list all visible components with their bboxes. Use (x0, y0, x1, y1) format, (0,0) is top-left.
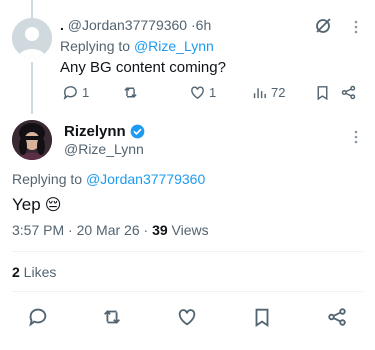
reply-count: 1 (82, 85, 90, 100)
replying-to: Replying to @Rize_Lynn (60, 38, 214, 54)
like-count: 1 (209, 85, 217, 100)
views-label: Views (167, 222, 209, 238)
avatar[interactable] (12, 18, 52, 58)
reply-button[interactable]: 1 (62, 84, 89, 101)
divider (12, 251, 363, 252)
retweet-icon (124, 87, 137, 98)
replying-prefix: Replying to (60, 38, 131, 54)
more-options-icon[interactable] (349, 18, 363, 36)
replying-to-link[interactable]: @Jordan37779360 (86, 171, 205, 187)
divider (12, 291, 363, 292)
more-options-icon[interactable] (349, 128, 363, 146)
likes-label: Likes (19, 264, 57, 280)
share-icon (341, 85, 356, 100)
tweet-body: Yep (12, 195, 41, 214)
share-button[interactable] (325, 305, 349, 329)
analytics-icon (253, 88, 266, 99)
bookmark-icon (255, 308, 269, 327)
reply-button[interactable] (26, 305, 50, 329)
replying-to-link[interactable]: @Rize_Lynn (134, 38, 214, 54)
replying-to: Replying to @Jordan37779360 (12, 171, 205, 187)
like-button[interactable]: 1 (189, 84, 216, 101)
verified-badge-icon (130, 124, 145, 139)
tweet-text: Any BG content coming? (60, 59, 226, 76)
profile-photo (12, 120, 52, 160)
handle[interactable]: @Rize_Lynn (64, 141, 144, 157)
handle[interactable]: @Jordan37779360 (68, 17, 187, 33)
views-count: 39 (152, 222, 168, 238)
likes-summary[interactable]: 2 Likes (12, 264, 56, 280)
share-icon (328, 308, 346, 326)
tweet-text: Yep 😔 (12, 195, 61, 215)
replying-prefix: Replying to (12, 171, 83, 187)
bookmark-button[interactable] (314, 84, 331, 101)
display-name[interactable]: Rizelynn (64, 123, 126, 140)
bookmark-icon (317, 86, 328, 101)
bookmark-button[interactable] (250, 305, 274, 329)
avatar[interactable] (12, 120, 52, 160)
retweet-icon (104, 310, 120, 324)
reply-icon (63, 86, 77, 100)
heart-icon (191, 86, 204, 100)
author-name[interactable]: Rizelynn (64, 123, 145, 140)
views-count: 72 (271, 85, 286, 100)
likes-count: 2 (12, 264, 20, 280)
grok-icon[interactable] (313, 16, 333, 36)
display-name[interactable]: . (60, 17, 64, 33)
tweet-timestamp[interactable]: 3:57 PM · 20 Mar 26 · 39 Views (12, 222, 209, 238)
tweet-meta: . @Jordan37779360 ·6h (60, 17, 211, 33)
pensive-emoji: 😔 (44, 197, 62, 214)
retweet-button[interactable] (100, 305, 124, 329)
views-button[interactable]: 72 (251, 84, 285, 101)
timestamp[interactable]: 6h (196, 17, 212, 33)
like-button[interactable] (175, 305, 199, 329)
default-avatar-icon (12, 18, 52, 58)
heart-icon (178, 309, 196, 326)
thread-line (31, 0, 33, 18)
retweet-button[interactable] (122, 84, 142, 101)
share-button[interactable] (340, 84, 357, 101)
timestamp-text: 3:57 PM · 20 Mar 26 · (12, 222, 153, 238)
reply-icon (29, 308, 47, 327)
thread-line (31, 62, 33, 114)
